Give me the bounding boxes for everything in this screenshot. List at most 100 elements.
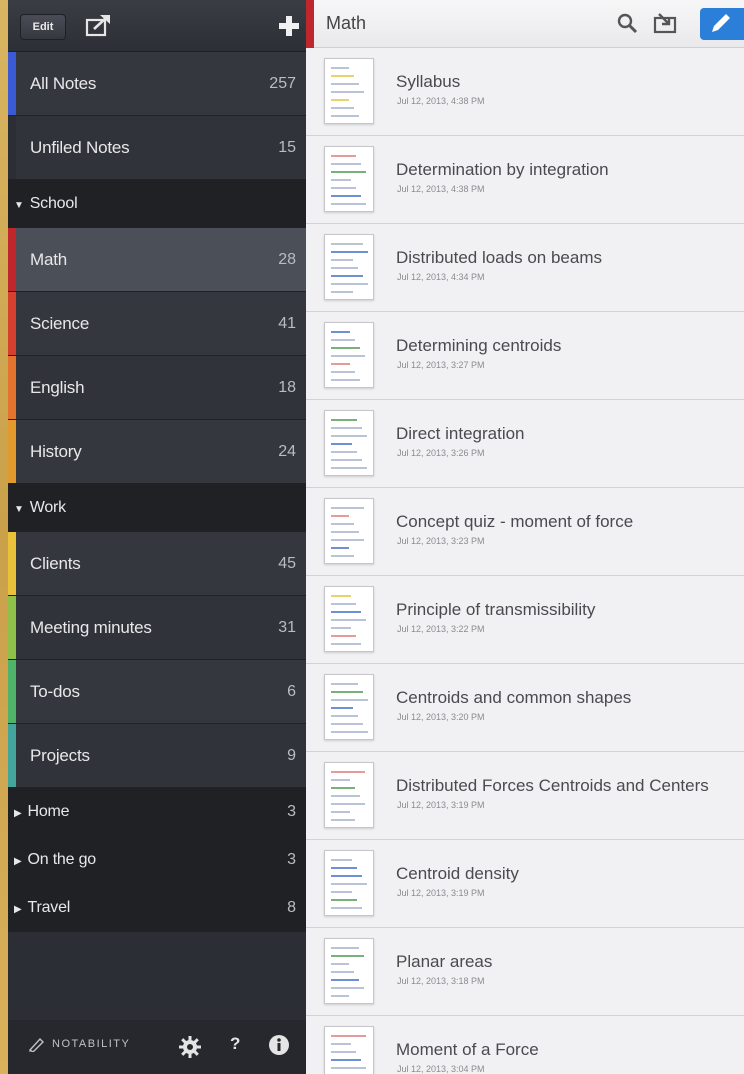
thumbnail-line	[331, 355, 365, 357]
note-row[interactable]: Distributed Forces Centroids and Centers…	[306, 752, 744, 840]
note-date: Jul 12, 2013, 3:23 PM	[397, 536, 485, 546]
thumbnail-line	[331, 555, 354, 557]
thumbnail-line	[331, 427, 362, 429]
notes-toolbar: Math	[306, 0, 744, 48]
note-row[interactable]: Syllabus Jul 12, 2013, 4:38 PM	[306, 48, 744, 136]
thumbnail-line	[331, 995, 349, 997]
sidebar-item-science[interactable]: Science 41	[8, 292, 306, 356]
sidebar-item-label: ▼ Work	[14, 499, 66, 517]
notebook-group-travel[interactable]: ▶ Travel 8	[8, 884, 306, 932]
notebook-group-work[interactable]: ▼ Work	[8, 484, 306, 532]
sidebar-item-math[interactable]: Math 28	[8, 228, 306, 292]
sidebar-item-all-notes[interactable]: All Notes 257	[8, 52, 306, 116]
note-count: 3	[287, 850, 296, 868]
disclosure-expanded-icon[interactable]: ▼	[14, 504, 24, 515]
note-thumbnail	[324, 850, 374, 916]
label-text: On the go	[27, 850, 97, 868]
color-tag	[8, 52, 16, 115]
thumbnail-line	[331, 979, 359, 981]
note-row[interactable]: Moment of a Force Jul 12, 2013, 3:04 PM	[306, 1016, 744, 1074]
thumbnail-line	[331, 819, 355, 821]
thumbnail-line	[331, 963, 349, 965]
note-count: 41	[278, 314, 296, 332]
note-count: 257	[269, 74, 296, 92]
import-icon[interactable]	[653, 12, 679, 34]
notebook-group-on-the-go[interactable]: ▶ On the go 3	[8, 836, 306, 884]
edit-button[interactable]: Edit	[20, 14, 66, 40]
thumbnail-line	[331, 699, 368, 701]
label-text: History	[30, 441, 82, 461]
thumbnail-line	[331, 179, 351, 181]
sidebar-item-unfiled-notes[interactable]: Unfiled Notes 15	[8, 116, 306, 180]
disclosure-collapsed-icon[interactable]: ▶	[14, 808, 22, 819]
note-row[interactable]: Concept quiz - moment of force Jul 12, 20…	[306, 488, 744, 576]
search-icon[interactable]	[616, 12, 638, 34]
thumbnail-line	[331, 1059, 361, 1061]
notebook-group-home[interactable]: ▶ Home 3	[8, 788, 306, 836]
share-icon[interactable]	[84, 12, 114, 38]
thumbnail-line	[331, 907, 362, 909]
sidebar-item-to-dos[interactable]: To-dos 6	[8, 660, 306, 724]
pen-logo-icon	[28, 1037, 44, 1052]
note-row[interactable]: Direct integration Jul 12, 2013, 3:26 PM	[306, 400, 744, 488]
sidebar-item-meeting-minutes[interactable]: Meeting minutes 31	[8, 596, 306, 660]
note-title: Centroid density	[396, 864, 519, 883]
thumbnail-line	[331, 795, 360, 797]
subject-color-accent	[306, 0, 314, 48]
note-count: 31	[278, 618, 296, 636]
thumbnail-line	[331, 595, 351, 597]
note-date: Jul 12, 2013, 3:22 PM	[397, 624, 485, 634]
label-text: Meeting minutes	[30, 617, 152, 637]
color-tag	[8, 292, 16, 355]
sidebar-item-label: Math	[30, 250, 67, 270]
thumbnail-line	[331, 195, 361, 197]
note-thumbnail	[324, 498, 374, 564]
sidebar-item-history[interactable]: History 24	[8, 420, 306, 484]
note-row[interactable]: Centroid density Jul 12, 2013, 3:19 PM	[306, 840, 744, 928]
note-date: Jul 12, 2013, 4:38 PM	[397, 96, 485, 106]
note-row[interactable]: Distributed loads on beams Jul 12, 2013, …	[306, 224, 744, 312]
thumbnail-line	[331, 731, 368, 733]
note-row[interactable]: Centroids and common shapes Jul 12, 2013,…	[306, 664, 744, 752]
note-count: 9	[287, 746, 296, 764]
add-icon[interactable]	[276, 13, 302, 39]
gear-icon[interactable]	[178, 1035, 202, 1059]
thumbnail-line	[331, 515, 349, 517]
note-thumbnail	[324, 234, 374, 300]
thumbnail-line	[331, 691, 363, 693]
color-tag	[8, 356, 16, 419]
sidebar-item-clients[interactable]: Clients 45	[8, 532, 306, 596]
disclosure-collapsed-icon[interactable]: ▶	[14, 904, 22, 915]
note-thumbnail	[324, 938, 374, 1004]
note-row[interactable]: Determining centroids Jul 12, 2013, 3:27 …	[306, 312, 744, 400]
note-row[interactable]: Determination by integration Jul 12, 2013…	[306, 136, 744, 224]
sidebar-item-projects[interactable]: Projects 9	[8, 724, 306, 788]
thumbnail-line	[331, 467, 367, 469]
thumbnail-line	[331, 787, 355, 789]
new-note-button[interactable]	[700, 8, 744, 40]
color-tag	[8, 660, 16, 723]
thumbnail-line	[331, 523, 354, 525]
label-text: School	[29, 194, 78, 212]
note-thumbnail	[324, 762, 374, 828]
thumbnail-line	[331, 947, 359, 949]
note-count: 8	[287, 898, 296, 916]
info-icon[interactable]	[268, 1034, 290, 1056]
sidebar-item-label: All Notes	[30, 74, 96, 94]
note-row[interactable]: Planar areas Jul 12, 2013, 3:18 PM	[306, 928, 744, 1016]
note-row[interactable]: Principle of transmissibility Jul 12, 201…	[306, 576, 744, 664]
note-title: Distributed loads on beams	[396, 248, 603, 267]
thumbnail-line	[331, 1043, 351, 1045]
note-date: Jul 12, 2013, 3:04 PM	[397, 1064, 485, 1074]
sidebar-item-label: ▶ Home	[14, 803, 70, 821]
notebook-group-school[interactable]: ▼ School	[8, 180, 306, 228]
sidebar-item-label: Unfiled Notes	[30, 138, 130, 158]
disclosure-collapsed-icon[interactable]: ▶	[14, 856, 22, 867]
sidebar-item-english[interactable]: English 18	[8, 356, 306, 420]
disclosure-expanded-icon[interactable]: ▼	[14, 200, 24, 211]
help-icon[interactable]: ?	[230, 1034, 240, 1054]
thumbnail-line	[331, 899, 357, 901]
note-title: Principle of transmissibility	[396, 600, 596, 619]
sidebar-footer: NOTABILITY ?	[8, 1020, 306, 1074]
note-thumbnail	[324, 146, 374, 212]
